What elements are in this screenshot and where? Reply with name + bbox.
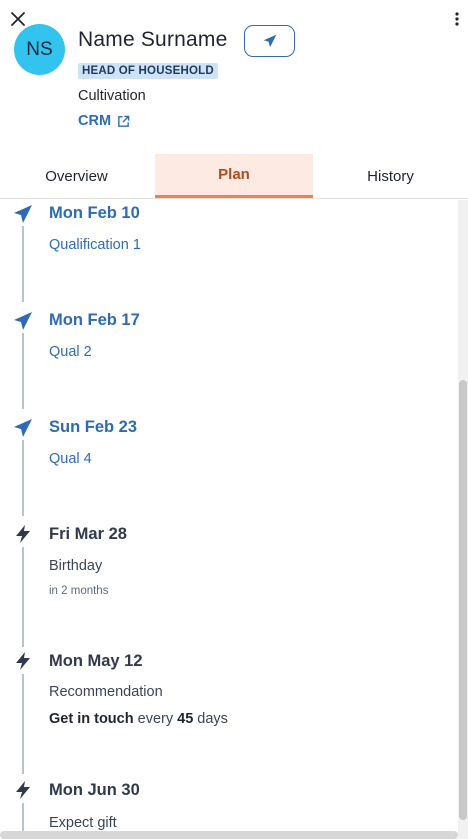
event-title-link[interactable]: Qual 4 bbox=[49, 451, 92, 467]
frequency-value: 45 bbox=[177, 711, 194, 727]
crm-link-label: CRM bbox=[78, 113, 112, 129]
timeline-connector bbox=[22, 674, 24, 774]
event-frequency: Get in touch every 45 days bbox=[49, 711, 228, 727]
send-message-button[interactable] bbox=[244, 25, 295, 57]
plan-timeline: Mon Feb 10 Qualification 1 Mon Feb 17 Qu… bbox=[0, 200, 458, 839]
lightning-icon bbox=[16, 781, 30, 799]
event-note: in 2 months bbox=[49, 585, 109, 597]
more-options-button[interactable] bbox=[452, 10, 462, 28]
send-icon bbox=[14, 312, 32, 330]
vertical-dots-icon bbox=[455, 12, 459, 26]
event-date: Sun Feb 23 bbox=[49, 418, 138, 436]
event-date: Mon Feb 10 bbox=[49, 204, 140, 222]
frequency-suffix: days bbox=[197, 711, 228, 727]
event-date: Mon Jun 30 bbox=[49, 781, 140, 799]
vertical-scrollbar-thumb[interactable] bbox=[459, 380, 467, 820]
frequency-prefix: Get in touch bbox=[49, 711, 134, 727]
send-icon bbox=[14, 205, 32, 223]
frequency-middle: every bbox=[137, 711, 174, 727]
lightning-icon bbox=[16, 652, 30, 670]
tab-history[interactable]: History bbox=[313, 154, 468, 198]
tab-bar: Overview Plan History bbox=[0, 154, 468, 199]
role-badge: HEAD OF HOUSEHOLD bbox=[78, 63, 218, 79]
stage-label: Cultivation bbox=[78, 88, 146, 104]
event-title: Birthday bbox=[49, 558, 103, 574]
send-icon bbox=[14, 419, 32, 437]
event-title-link[interactable]: Qual 2 bbox=[49, 344, 92, 360]
horizontal-scrollbar[interactable] bbox=[0, 831, 458, 839]
tab-plan[interactable]: Plan bbox=[155, 154, 313, 198]
timeline-connector bbox=[22, 547, 24, 647]
tab-overview[interactable]: Overview bbox=[0, 154, 155, 198]
close-icon bbox=[11, 12, 25, 26]
timeline-connector bbox=[22, 333, 24, 409]
event-date: Mon May 12 bbox=[49, 652, 143, 670]
avatar: NS bbox=[14, 24, 65, 75]
event-title-link[interactable]: Qualification 1 bbox=[49, 237, 141, 253]
event-title: Expect gift bbox=[49, 815, 117, 831]
event-date: Mon Feb 17 bbox=[49, 311, 140, 329]
event-title: Recommendation bbox=[49, 684, 163, 700]
event-date: Fri Mar 28 bbox=[49, 525, 127, 543]
contact-name: Name Surname bbox=[78, 28, 228, 51]
crm-link[interactable]: CRM bbox=[78, 113, 130, 129]
send-icon bbox=[263, 34, 276, 48]
timeline-connector bbox=[22, 226, 24, 302]
timeline-connector bbox=[22, 440, 24, 516]
external-link-icon bbox=[118, 115, 130, 127]
close-button[interactable] bbox=[9, 10, 27, 28]
lightning-icon bbox=[16, 525, 30, 543]
